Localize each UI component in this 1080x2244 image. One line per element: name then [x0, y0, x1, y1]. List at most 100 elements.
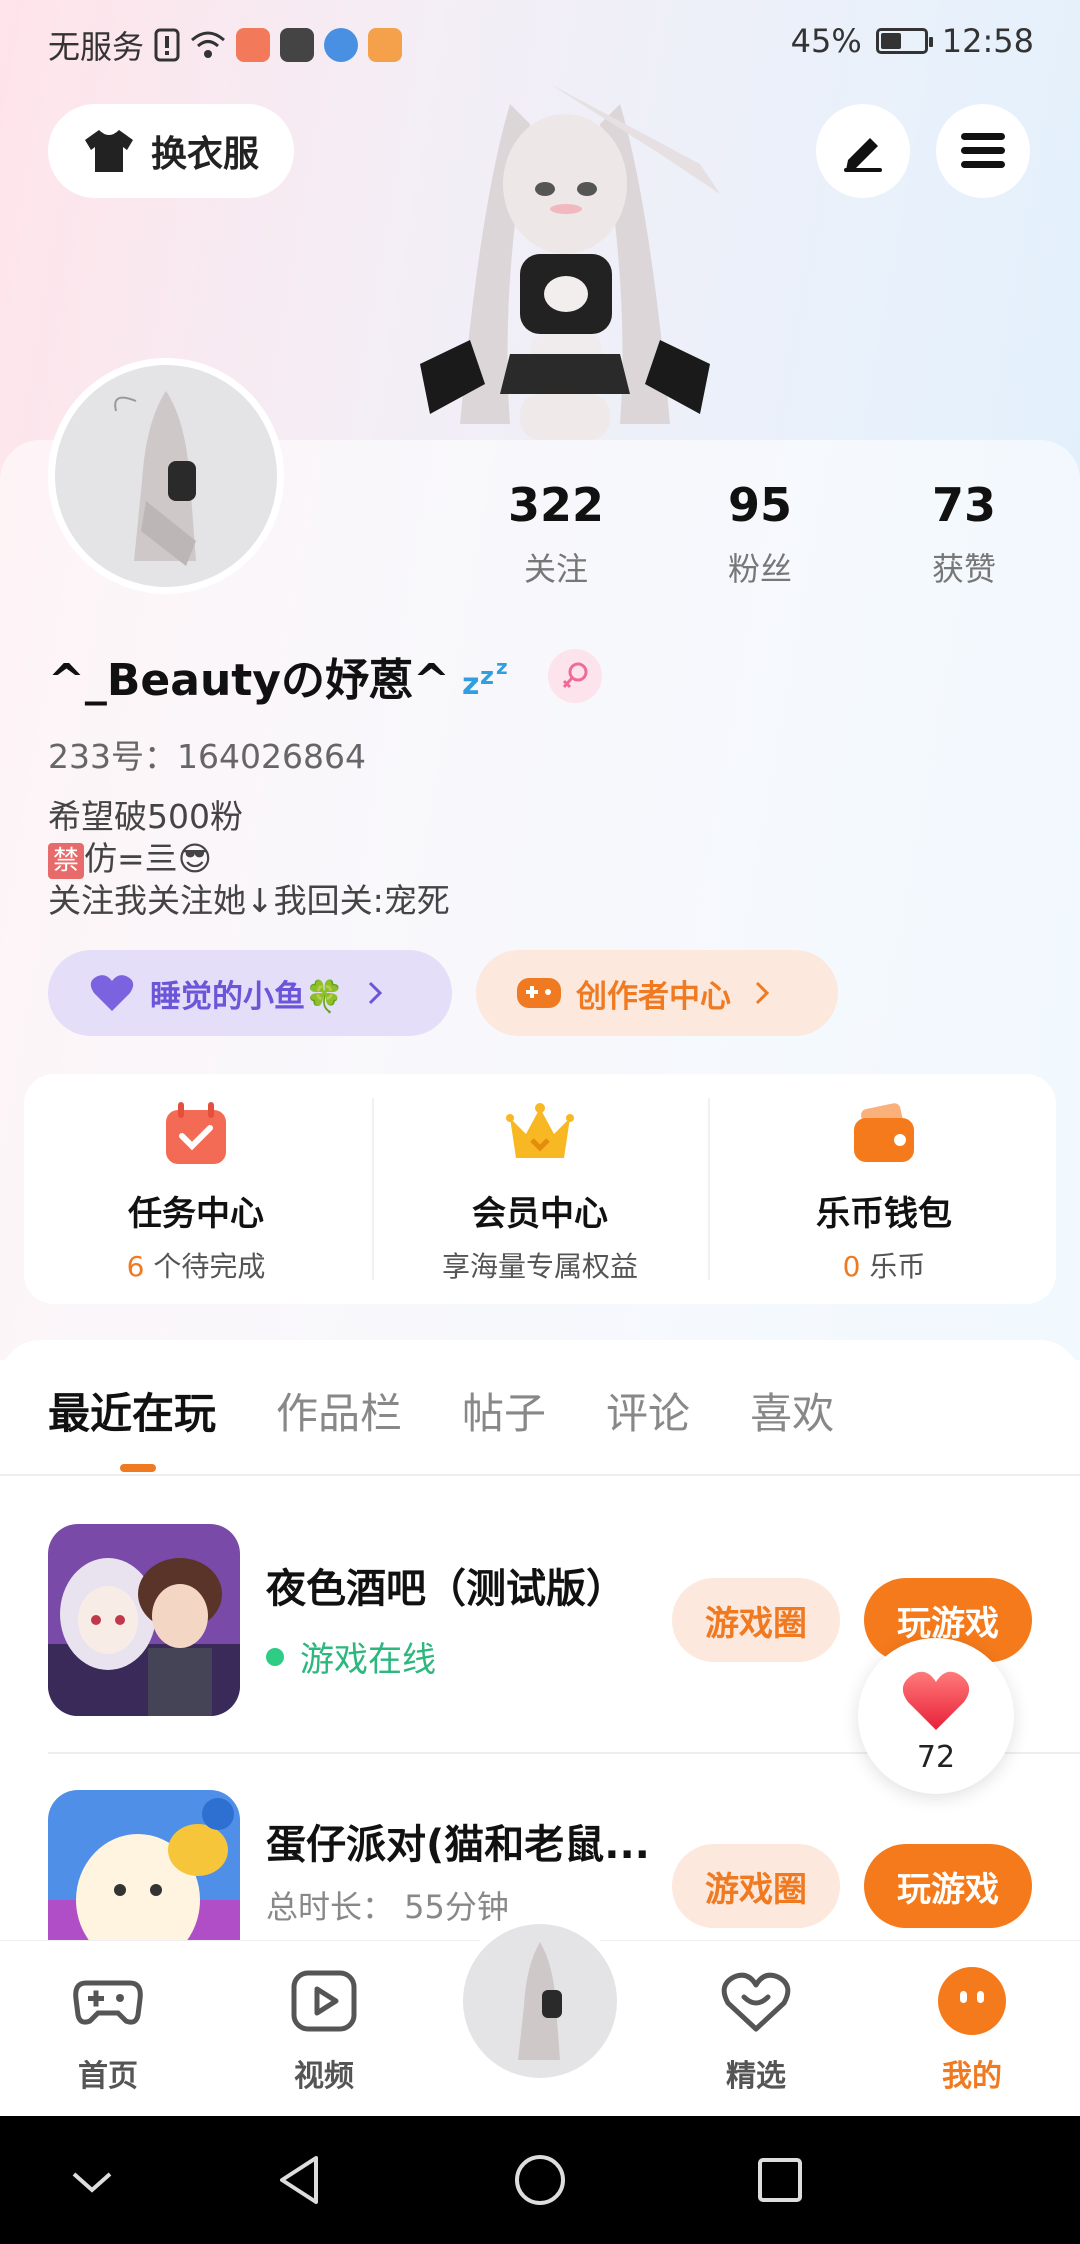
game-icon-eggy-party: [48, 1790, 240, 1940]
divider: [708, 1098, 710, 1280]
tab-comments[interactable]: 评论: [606, 1380, 690, 1441]
game-status: 游戏在线: [266, 1632, 436, 1681]
heart-outline-icon: [721, 1972, 791, 2032]
active-tab-indicator: [120, 1464, 156, 1472]
username-row: ^_Beautyの妤蒽^ zzz: [48, 644, 602, 708]
game-play-time: 总时长： 55分钟: [266, 1888, 509, 1926]
change-outfit-label: 换衣服: [150, 134, 259, 175]
coin-wallet-sub: 0 乐币: [842, 1250, 926, 1283]
game-icon-night-bar: [48, 1524, 240, 1716]
change-outfit-button[interactable]: 换衣服: [48, 104, 294, 198]
battery-icon: [875, 28, 933, 54]
nav-featured-label: 精选: [726, 2059, 786, 2094]
nav-mine[interactable]: 我的: [892, 1965, 1052, 2095]
quick-actions-card: 任务中心 6 个待完成 会员中心 享海量专属权益 乐币钱包 0 乐币: [24, 1074, 1056, 1304]
video-play-icon: [291, 1970, 357, 2032]
followers-label: 粉丝: [727, 550, 792, 588]
following-label: 关注: [523, 550, 588, 588]
member-center-sub: 享海量专属权益: [441, 1250, 638, 1283]
coin-wallet-title: 乐币钱包: [816, 1194, 952, 1234]
sleeping-zzz-icon: zzz: [462, 655, 508, 698]
svg-text:z: z: [496, 655, 508, 679]
bio: 希望破500粉 禁仿=亖😎 关注我关注她↓我回关:宠死: [48, 796, 450, 922]
video-notification-icon: [368, 28, 403, 62]
stat-likes[interactable]: 73 获赞: [884, 478, 1044, 590]
female-gender-icon: [547, 649, 602, 703]
member-center[interactable]: 会员中心 享海量专属权益: [368, 1074, 712, 1304]
carrier-text: 无服务: [48, 28, 145, 66]
bio-line-2: 禁仿=亖😎: [48, 838, 450, 880]
nav-center-avatar[interactable]: [455, 1916, 625, 2086]
online-dot: [266, 1647, 284, 1666]
chevron-right-icon: [755, 981, 770, 1005]
gamepad-icon: [73, 1980, 143, 2025]
task-center[interactable]: 任务中心 6 个待完成: [24, 1074, 368, 1304]
list-item[interactable]: 蛋仔派对(猫和老鼠... 总时长： 55分钟 游戏圈 玩游戏: [48, 1790, 1080, 1940]
nav-mine-label: 我的: [942, 2059, 1002, 2094]
profile-face-icon: [938, 1967, 1006, 2035]
clock: 12:58: [941, 22, 1034, 60]
gamepad-icon: [517, 978, 561, 1008]
character-3d-image: [400, 84, 730, 440]
task-center-title: 任务中心: [128, 1194, 264, 1234]
coin-wallet[interactable]: 乐币钱包 0 乐币: [712, 1074, 1056, 1304]
svg-text:z: z: [462, 667, 479, 698]
following-count: 322: [507, 478, 605, 532]
browser-notification-icon: [324, 28, 359, 62]
heart-icon: [902, 1671, 970, 1730]
member-center-title: 会员中心: [472, 1194, 608, 1234]
status-bar: 无服务 45% 12:58: [0, 0, 1080, 86]
camera-notification-icon: [280, 28, 315, 62]
tab-posts[interactable]: 帖子: [462, 1380, 546, 1441]
wifi-icon: [191, 31, 226, 58]
nav-home[interactable]: 首页: [28, 1965, 188, 2095]
likes-count: 73: [931, 478, 996, 532]
bio-line-1: 希望破500粉: [48, 797, 243, 836]
nav-featured[interactable]: 精选: [676, 1965, 836, 2095]
nav-video[interactable]: 视频: [244, 1965, 404, 2095]
creator-center-pill[interactable]: 创作者中心: [476, 950, 838, 1036]
edit-profile-button[interactable]: [816, 104, 910, 198]
menu-button[interactable]: [936, 104, 1030, 198]
profile-avatar[interactable]: [48, 358, 284, 594]
nav-home-label: 首页: [78, 2059, 138, 2094]
user-id: 233号：164026864: [48, 737, 366, 776]
avatar-figure: [114, 391, 196, 566]
shirt-icon: [84, 130, 133, 172]
collapse-chevron-icon[interactable]: [64, 2152, 120, 2208]
play-game-button[interactable]: 玩游戏: [864, 1844, 1032, 1928]
stat-followers[interactable]: 95 粉丝: [680, 478, 840, 590]
svg-text:z: z: [480, 662, 494, 690]
tab-works[interactable]: 作品栏: [276, 1380, 402, 1441]
calendar-check-icon: [166, 1102, 226, 1164]
recent-apps-icon[interactable]: [752, 2152, 808, 2208]
home-icon[interactable]: [512, 2152, 568, 2208]
menu-icon: [961, 133, 1005, 168]
wallet-icon: [854, 1103, 914, 1162]
nav-video-label: 视频: [294, 2059, 354, 2094]
tabs-divider: [0, 1474, 1080, 1476]
heart-icon: [90, 975, 134, 1011]
followers-count: 95: [727, 478, 792, 532]
profile-tabs: 最近在玩 作品栏 帖子 评论 喜欢: [48, 1380, 834, 1441]
stat-following[interactable]: 322 关注: [476, 478, 636, 590]
pen-icon: [844, 138, 882, 172]
like-count: 72: [916, 1740, 956, 1775]
tab-likes[interactable]: 喜欢: [750, 1380, 834, 1441]
system-navigation-bar: [0, 2116, 1080, 2244]
task-center-sub: 6 个待完成: [126, 1250, 266, 1283]
bio-line-2-text: 仿=亖😎: [84, 839, 213, 878]
tab-recently-played[interactable]: 最近在玩: [48, 1380, 216, 1441]
back-icon[interactable]: [272, 2152, 328, 2208]
app-notification-icon: [236, 28, 271, 62]
creator-center-label: 创作者中心: [576, 978, 731, 1015]
avatar-figure: [518, 1942, 562, 2060]
game-circle-button[interactable]: 游戏圈: [672, 1578, 840, 1662]
game-title: 夜色酒吧（测试版）: [266, 1566, 626, 1612]
floating-like-button[interactable]: 72: [858, 1638, 1014, 1794]
game-circle-button[interactable]: 游戏圈: [672, 1844, 840, 1928]
sim-alert-icon: [154, 28, 180, 62]
game-title: 蛋仔派对(猫和老鼠...: [266, 1822, 650, 1868]
game-status-text: 游戏在线: [300, 1640, 436, 1680]
fan-club-pill[interactable]: 睡觉的小鱼🍀: [48, 950, 452, 1036]
